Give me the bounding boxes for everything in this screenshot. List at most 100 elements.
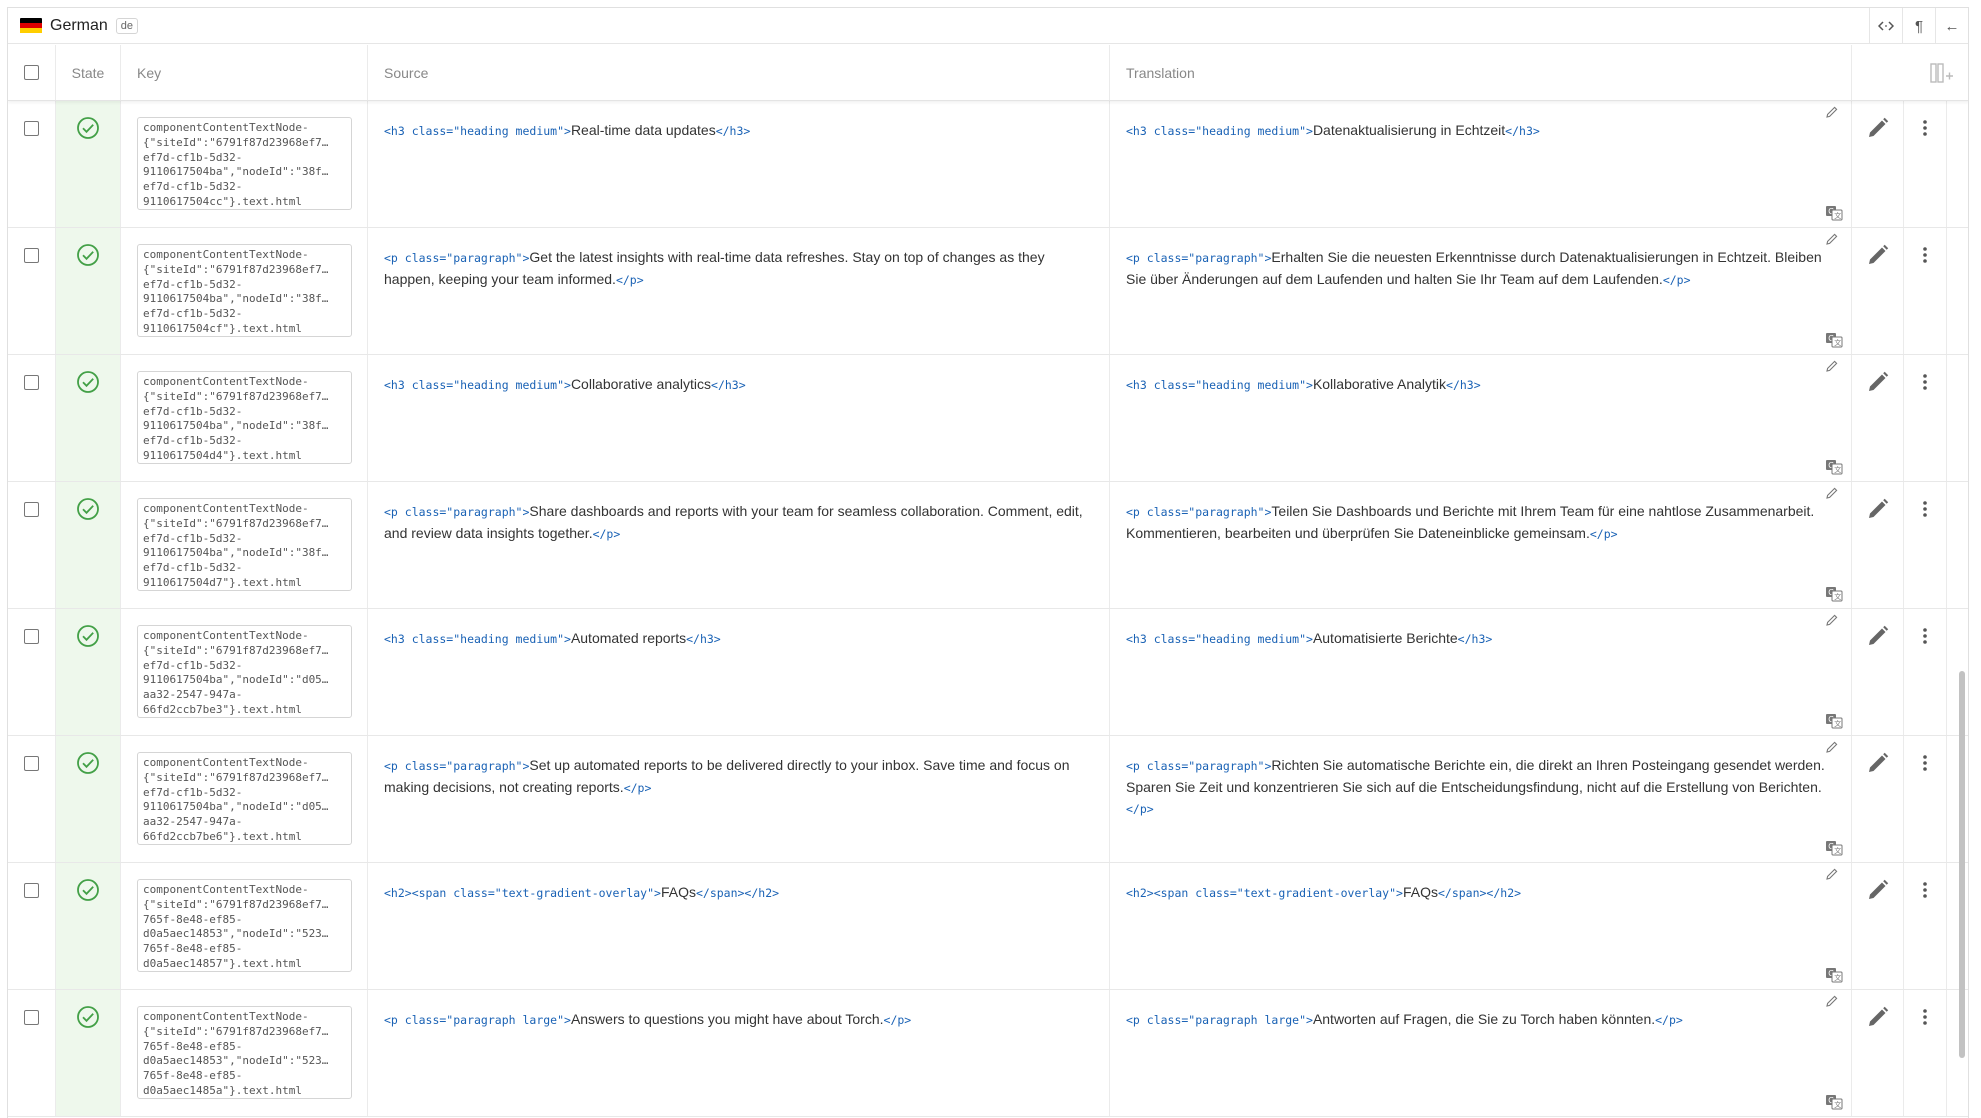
row-checkbox[interactable] — [24, 248, 39, 263]
more-vertical-icon[interactable] — [1915, 753, 1935, 773]
inline-edit-pencil-icon[interactable] — [1825, 232, 1839, 246]
source-open-tag: <p class="paragraph"> — [384, 759, 530, 773]
header-actions: ¶ ← — [1869, 8, 1968, 44]
translation-close-tag: </h3> — [1505, 124, 1540, 138]
scrollbar-thumb[interactable] — [1959, 671, 1965, 1058]
inline-edit-pencil-icon[interactable] — [1825, 613, 1839, 627]
translation-open-tag: <p class="paragraph"> — [1126, 251, 1272, 265]
machine-translate-icon[interactable]: G文 — [1825, 205, 1843, 221]
column-header-state[interactable]: State — [56, 45, 121, 100]
key-field[interactable]: componentContentTextNode- {"siteId":"679… — [137, 752, 352, 845]
row-checkbox[interactable] — [24, 756, 39, 771]
key-field[interactable]: componentContentTextNode- {"siteId":"679… — [137, 879, 352, 972]
more-cell — [1904, 736, 1947, 862]
edit-cell — [1852, 736, 1904, 862]
more-vertical-icon[interactable] — [1915, 1007, 1935, 1027]
source-open-tag: <h3 class="heading medium"> — [384, 378, 571, 392]
edit-pencil-icon[interactable] — [1866, 370, 1890, 394]
key-field[interactable]: componentContentTextNode- {"siteId":"679… — [137, 244, 352, 337]
more-vertical-icon[interactable] — [1915, 626, 1935, 646]
inline-edit-pencil-icon[interactable] — [1825, 740, 1839, 754]
more-vertical-icon[interactable] — [1915, 118, 1935, 138]
vertical-scrollbar[interactable] — [1954, 101, 1968, 1118]
key-field[interactable]: componentContentTextNode- {"siteId":"679… — [137, 117, 352, 210]
row-checkbox[interactable] — [24, 502, 39, 517]
key-field[interactable]: componentContentTextNode- {"siteId":"679… — [137, 625, 352, 718]
translation-cell[interactable]: <h2><span class="text-gradient-overlay">… — [1110, 863, 1852, 989]
code-view-button[interactable] — [1869, 8, 1902, 44]
source-text: Collaborative analytics — [570, 376, 712, 392]
more-vertical-icon[interactable] — [1915, 372, 1935, 392]
svg-text:文: 文 — [1834, 719, 1841, 728]
machine-translate-icon[interactable]: G文 — [1825, 459, 1843, 475]
column-header-key[interactable]: Key — [121, 45, 368, 100]
edit-pencil-icon[interactable] — [1866, 116, 1890, 140]
column-header-source[interactable]: Source — [368, 45, 1110, 100]
key-field[interactable]: componentContentTextNode- {"siteId":"679… — [137, 498, 352, 591]
translation-cell[interactable]: <h3 class="heading medium">Automatisiert… — [1110, 609, 1852, 735]
key-cell: componentContentTextNode- {"siteId":"679… — [121, 863, 368, 989]
machine-translate-icon[interactable]: G文 — [1825, 586, 1843, 602]
state-cell — [56, 990, 121, 1116]
select-all-checkbox[interactable] — [24, 65, 39, 80]
translation-cell[interactable]: <p class="paragraph">Richten Sie automat… — [1110, 736, 1852, 862]
source-open-tag: <h3 class="heading medium"> — [384, 632, 571, 646]
source-cell: <h3 class="heading medium">Collaborative… — [368, 355, 1110, 481]
row-checkbox[interactable] — [24, 1010, 39, 1025]
translation-cell[interactable]: <p class="paragraph">Teilen Sie Dashboar… — [1110, 482, 1852, 608]
column-settings-icon[interactable] — [1930, 62, 1954, 84]
source-close-tag: </p> — [883, 1013, 912, 1027]
svg-text:文: 文 — [1834, 465, 1841, 474]
check-circle-icon — [77, 117, 99, 139]
language-name: German — [50, 16, 108, 34]
back-button[interactable]: ← — [1935, 8, 1968, 44]
check-circle-icon — [77, 371, 99, 393]
row-checkbox[interactable] — [24, 121, 39, 136]
edit-cell — [1852, 228, 1904, 354]
translation-cell[interactable]: <h3 class="heading medium">Datenaktualis… — [1110, 101, 1852, 227]
table-row: componentContentTextNode- {"siteId":"679… — [8, 736, 1968, 863]
edit-pencil-icon[interactable] — [1866, 624, 1890, 648]
translation-cell[interactable]: <h3 class="heading medium">Kollaborative… — [1110, 355, 1852, 481]
edit-pencil-icon[interactable] — [1866, 878, 1890, 902]
edit-cell — [1852, 355, 1904, 481]
machine-translate-icon[interactable]: G文 — [1825, 332, 1843, 348]
machine-translate-icon[interactable]: G文 — [1825, 1094, 1843, 1110]
row-checkbox[interactable] — [24, 375, 39, 390]
translation-cell[interactable]: <p class="paragraph">Erhalten Sie die ne… — [1110, 228, 1852, 354]
source-close-tag: </p> — [592, 527, 621, 541]
translation-close-tag: </span></h2> — [1437, 886, 1522, 900]
more-vertical-icon[interactable] — [1915, 880, 1935, 900]
edit-pencil-icon[interactable] — [1866, 751, 1890, 775]
edit-pencil-icon[interactable] — [1866, 243, 1890, 267]
state-cell — [56, 482, 121, 608]
svg-text:文: 文 — [1834, 338, 1841, 347]
key-field[interactable]: componentContentTextNode- {"siteId":"679… — [137, 1006, 352, 1099]
german-flag-icon — [20, 17, 42, 34]
inline-edit-pencil-icon[interactable] — [1825, 867, 1839, 881]
machine-translate-icon[interactable]: G文 — [1825, 713, 1843, 729]
column-header-translation[interactable]: Translation — [1110, 45, 1852, 100]
pilcrow-button[interactable]: ¶ — [1902, 8, 1935, 44]
key-cell: componentContentTextNode- {"siteId":"679… — [121, 482, 368, 608]
translation-cell[interactable]: <p class="paragraph large">Antworten auf… — [1110, 990, 1852, 1116]
machine-translate-icon[interactable]: G文 — [1825, 967, 1843, 983]
svg-text:文: 文 — [1834, 1100, 1841, 1109]
edit-pencil-icon[interactable] — [1866, 1005, 1890, 1029]
edit-cell — [1852, 482, 1904, 608]
inline-edit-pencil-icon[interactable] — [1825, 105, 1839, 119]
key-cell: componentContentTextNode- {"siteId":"679… — [121, 228, 368, 354]
svg-text:文: 文 — [1834, 846, 1841, 855]
more-vertical-icon[interactable] — [1915, 245, 1935, 265]
edit-pencil-icon[interactable] — [1866, 497, 1890, 521]
inline-edit-pencil-icon[interactable] — [1825, 994, 1839, 1008]
inline-edit-pencil-icon[interactable] — [1825, 486, 1839, 500]
inline-edit-pencil-icon[interactable] — [1825, 359, 1839, 373]
machine-translate-icon[interactable]: G文 — [1825, 840, 1843, 856]
key-field[interactable]: componentContentTextNode- {"siteId":"679… — [137, 371, 352, 464]
more-vertical-icon[interactable] — [1915, 499, 1935, 519]
table-row: componentContentTextNode- {"siteId":"679… — [8, 101, 1968, 228]
row-checkbox[interactable] — [24, 883, 39, 898]
row-checkbox[interactable] — [24, 629, 39, 644]
source-cell: <h3 class="heading medium">Real-time dat… — [368, 101, 1110, 227]
